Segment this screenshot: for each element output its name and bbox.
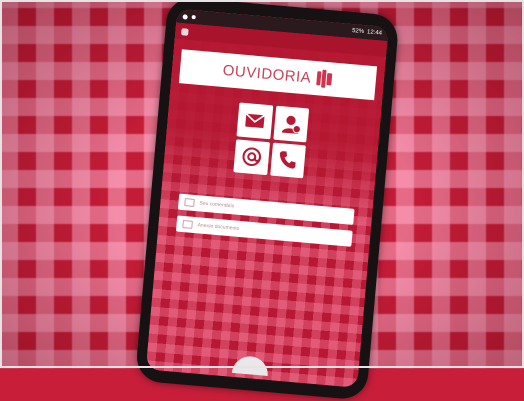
image-border [0, 0, 524, 368]
